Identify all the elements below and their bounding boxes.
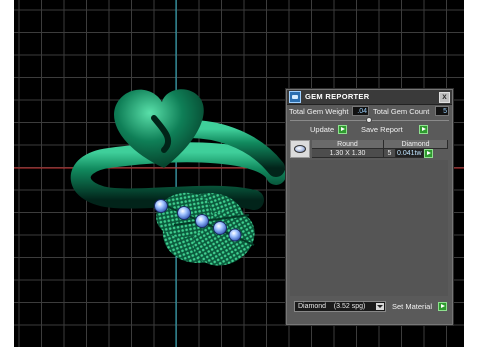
app-window: GEM REPORTER x Total Gem Weight .04 Tota…	[0, 0, 480, 360]
gem-reporter-panel: GEM REPORTER x Total Gem Weight .04 Tota…	[285, 88, 454, 326]
row-go-arrow-icon[interactable]	[424, 149, 433, 158]
table-cell-weight: 0.041tw	[396, 149, 424, 158]
ring-model[interactable]	[70, 89, 286, 276]
save-report-go-arrow-icon[interactable]	[419, 125, 428, 134]
table-cell-size: 1.30 X 1.30	[312, 149, 384, 158]
set-material-label: Set Material	[392, 302, 433, 311]
gem-4[interactable]	[213, 221, 227, 235]
gem-5[interactable]	[228, 228, 242, 242]
total-gem-weight-label: Total Gem Weight	[289, 107, 349, 116]
gem-table: Round Diamond 1.30 X 1.30 5 0.041tw	[290, 140, 448, 158]
material-select-value: Diamond (3.52 spg)	[298, 303, 366, 310]
gem-3[interactable]	[195, 214, 209, 228]
panel-title: GEM REPORTER	[305, 92, 370, 101]
gem-reporter-icon	[289, 91, 301, 103]
close-icon[interactable]: x	[439, 92, 450, 103]
dropdown-arrow-icon[interactable]	[376, 303, 384, 310]
total-gem-count-value: 5	[435, 106, 449, 116]
material-bar: Diamond (3.52 spg) Set Material	[289, 301, 450, 313]
panel-titlebar[interactable]: GEM REPORTER x	[287, 90, 452, 105]
gem-list-area[interactable]	[290, 160, 448, 296]
set-material-button[interactable]: Set Material	[392, 302, 432, 312]
table-header-shape: Round	[312, 140, 384, 149]
update-label: Update	[310, 125, 335, 134]
total-gem-count-label: Total Gem Count	[373, 107, 430, 116]
material-select[interactable]: Diamond (3.52 spg)	[294, 301, 386, 312]
table-header-material: Diamond	[384, 140, 448, 149]
save-report-button[interactable]: Save Report	[361, 125, 403, 135]
save-report-label: Save Report	[361, 125, 403, 134]
gem-1[interactable]	[154, 199, 168, 213]
set-material-go-arrow-icon[interactable]	[438, 302, 447, 311]
total-gem-weight-value: .04	[352, 106, 369, 116]
gem-2[interactable]	[177, 206, 191, 220]
update-go-arrow-icon[interactable]	[338, 125, 347, 134]
update-button[interactable]: Update	[310, 125, 334, 135]
totals-row: Total Gem Weight .04 Total Gem Count 5	[289, 106, 449, 117]
gem-thumbnail-icon[interactable]	[290, 140, 310, 158]
table-cell-count: 5	[384, 149, 396, 158]
slider-handle[interactable]	[366, 117, 372, 123]
